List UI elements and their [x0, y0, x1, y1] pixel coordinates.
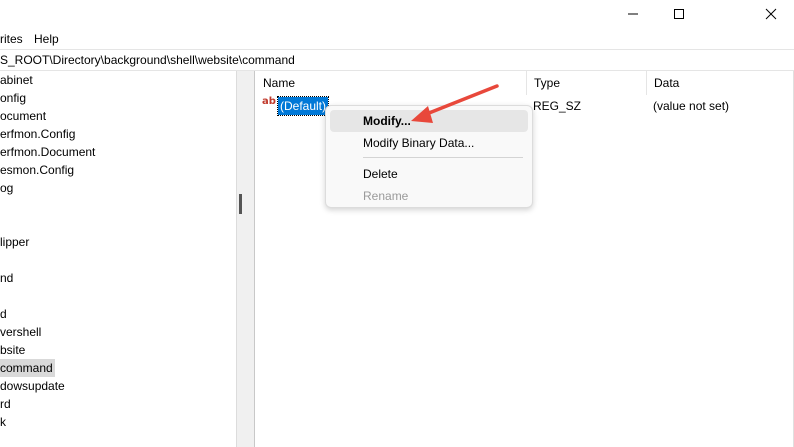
column-header-name[interactable]: Name [256, 71, 527, 95]
address-bar[interactable]: S_ROOT\Directory\background\shell\websit… [0, 49, 794, 71]
tree-item[interactable]: d [0, 305, 9, 323]
minimize-button[interactable] [610, 0, 656, 28]
address-path: S_ROOT\Directory\background\shell\websit… [0, 53, 295, 67]
menu-item-modify-binary[interactable]: Modify Binary Data... [330, 132, 528, 154]
column-header-data[interactable]: Data [647, 71, 794, 95]
key-tree[interactable]: abinet onfig ocument erfmon.Config erfmo… [0, 71, 236, 447]
pane-splitter[interactable] [236, 71, 255, 447]
tree-item[interactable] [0, 197, 2, 215]
menu-item-rename: Rename [363, 189, 409, 203]
value-type: REG_SZ [533, 99, 582, 113]
maximize-icon [674, 9, 684, 19]
tree-item[interactable]: erfmon.Document [0, 143, 97, 161]
tree-item[interactable]: rd [0, 395, 13, 413]
menu-separator [363, 157, 523, 158]
tree-item[interactable]: abinet [0, 71, 35, 89]
close-icon [765, 8, 777, 20]
value-data: (value not set) [653, 99, 730, 113]
menu-bar: rites Help [0, 29, 794, 49]
splitter-grip[interactable] [239, 194, 242, 214]
string-value-icon: ab [262, 96, 276, 107]
context-menu: Modify... Modify Binary Data... Delete R… [325, 105, 533, 208]
maximize-button[interactable] [656, 0, 702, 28]
close-button[interactable] [748, 0, 794, 28]
minimize-icon [628, 13, 638, 15]
tree-item[interactable]: vershell [0, 323, 43, 341]
menu-favorites[interactable]: rites [0, 32, 23, 46]
tree-item[interactable]: dowsupdate [0, 377, 67, 395]
tree-item[interactable]: esmon.Config [0, 161, 76, 179]
tree-item[interactable]: k [0, 413, 8, 431]
title-bar [0, 0, 794, 28]
tree-item[interactable]: onfig [0, 89, 28, 107]
menu-item-delete[interactable]: Delete [330, 163, 528, 185]
tree-item-selected[interactable]: command [0, 359, 55, 377]
menu-item-modify[interactable]: Modify... [330, 110, 528, 132]
tree-item[interactable]: erfmon.Config [0, 125, 77, 143]
tree-item[interactable]: lipper [0, 233, 31, 251]
tree-item[interactable] [0, 287, 2, 305]
column-header-type[interactable]: Type [527, 71, 647, 95]
tree-item[interactable] [0, 251, 2, 269]
tree-item[interactable]: ocument [0, 107, 48, 125]
tree-item[interactable]: og [0, 179, 15, 197]
tree-item[interactable]: bsite [0, 341, 27, 359]
menu-help[interactable]: Help [34, 32, 59, 46]
value-name-default[interactable]: (Default) [276, 96, 330, 116]
tree-item[interactable]: nd [0, 269, 15, 287]
